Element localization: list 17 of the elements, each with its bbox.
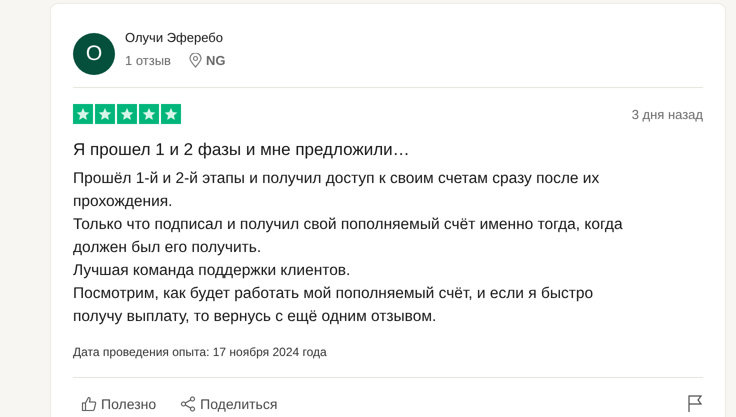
experience-date: Дата проведения опыта: 17 ноября 2024 года — [73, 345, 328, 359]
review-count: 1 отзыв — [125, 53, 171, 68]
location-pin-icon — [188, 53, 202, 68]
like-button[interactable]: Полезно — [73, 396, 164, 412]
review-text: Лучшая команда поддержки клиентов. — [73, 261, 352, 281]
avatar: O — [73, 33, 115, 75]
country-code: NG — [206, 53, 226, 68]
review-text: Прошёл 1-й и 2-й этапы и получил доступ к своим счетам сразу после их прохождения. — [73, 169, 600, 212]
review-date: 3 дня назад — [632, 106, 703, 122]
share-icon — [180, 396, 196, 412]
review-text: Посмотрим, как будет работать мой пополняемый счёт, и если я быстро получу выплату, то вернусь с ещё одним отзывом. — [73, 284, 594, 327]
thumbs-up-icon — [81, 396, 97, 412]
flag-icon[interactable] — [687, 395, 703, 412]
share-button[interactable]: Поделиться — [172, 396, 286, 412]
review-text: Только что подписал и получил свой пополняемый счёт именно тогда, когда должен был его получить. — [73, 215, 624, 258]
review-title: Я прошел 1 и 2 фазы и мне предложили… — [73, 139, 411, 161]
reviewer-name[interactable]: Олучи Эферебо — [125, 30, 226, 45]
